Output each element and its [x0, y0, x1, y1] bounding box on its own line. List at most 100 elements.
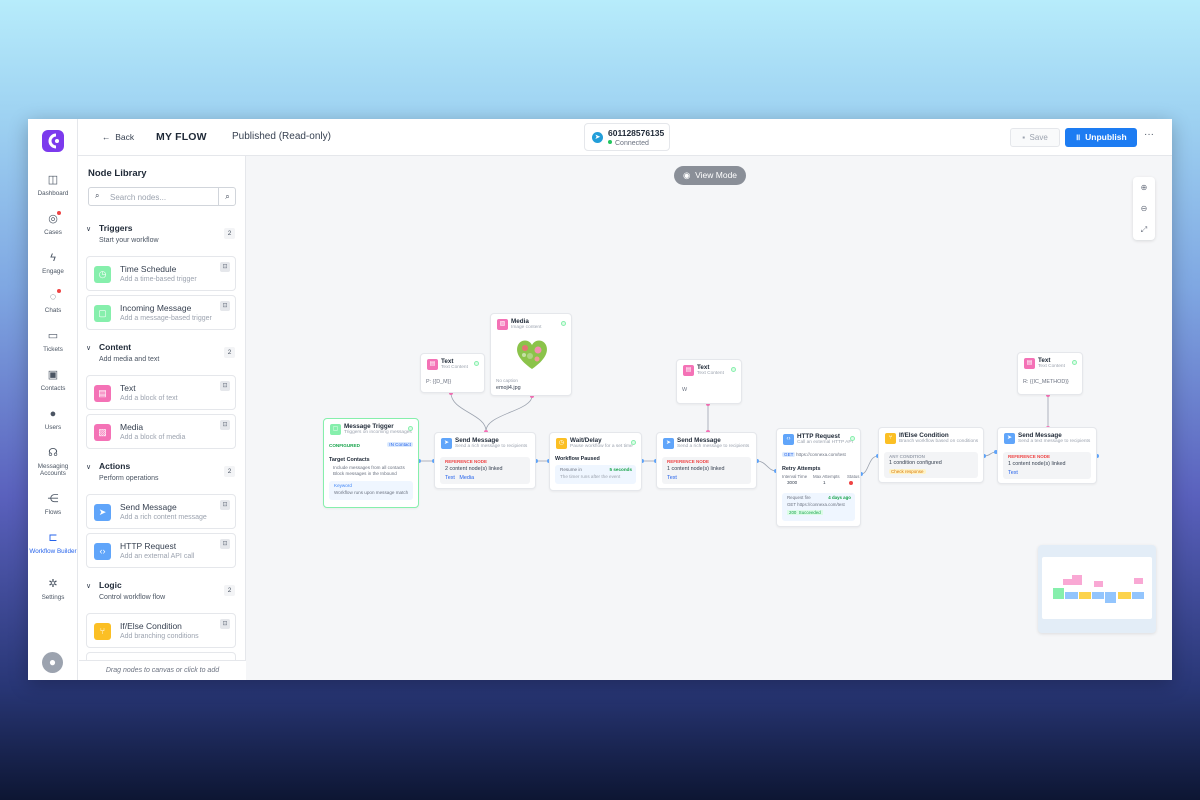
minimap[interactable]	[1038, 545, 1156, 633]
lock-icon: ⊡	[220, 381, 230, 391]
branch-icon: ⑂	[94, 623, 111, 640]
nav-tickets[interactable]: ▭ Tickets	[28, 329, 78, 353]
lock-icon: ⊡	[220, 619, 230, 629]
more-menu-button[interactable]: ···	[1144, 129, 1154, 140]
chevron-down-icon: ∨	[86, 583, 92, 590]
globe-icon: ◎	[46, 211, 61, 226]
settings-icon: ✲	[48, 578, 58, 590]
workflow-icon: ⊏	[48, 532, 58, 544]
send-icon: ➤	[1004, 433, 1015, 444]
library-item-media[interactable]: ▨ Media Add a block of media ⊡	[86, 414, 236, 449]
clock-icon: ◷	[556, 438, 567, 449]
nav-contacts[interactable]: ▣ Contacts	[28, 368, 78, 392]
nav-users[interactable]: ● Users	[28, 407, 78, 431]
messaging-account-chip[interactable]: ➤ 601128576135 Connected	[584, 123, 670, 151]
node-text-1[interactable]: ▤ Text Text Content P: {{D_M}}	[420, 353, 485, 393]
status-dot-icon	[408, 426, 413, 431]
fit-view-button[interactable]: ⤢	[1133, 219, 1155, 240]
lock-icon: ⊡	[220, 301, 230, 311]
search-input[interactable]	[110, 191, 210, 203]
node-wait-delay[interactable]: ◷ Wait/Delay Pause workflow for a set ti…	[549, 432, 642, 491]
send-icon: ➤	[94, 504, 111, 521]
eye-icon: ◉	[682, 170, 691, 180]
library-item-http-request[interactable]: ‹› HTTP Request Add an external API call…	[86, 533, 236, 568]
search-button[interactable]: ⌕	[218, 188, 236, 205]
layout-icon: ◫	[47, 174, 59, 186]
image-icon: ▨	[94, 424, 111, 441]
nav-messaging-accounts[interactable]: ☊ Messaging Accounts	[28, 446, 78, 477]
telegram-icon: ➤	[592, 132, 603, 143]
library-footer-hint: Drag nodes to canvas or click to add	[79, 660, 246, 680]
section-actions[interactable]: ∨ Actions Perform operations 2	[79, 461, 246, 487]
section-content[interactable]: ∨ Content Add media and text 2	[79, 342, 246, 368]
status-error-dot-icon	[849, 481, 853, 485]
contacts-icon: ▣	[47, 369, 59, 381]
nav-engage[interactable]: ϟ Engage	[28, 251, 78, 275]
flow-title: MY FLOW	[156, 131, 207, 143]
branch-icon: ⑂	[885, 433, 896, 444]
app-logo-icon[interactable]	[41, 129, 65, 153]
node-message-trigger[interactable]: ▢ Message Trigger Triggers on incoming m…	[323, 418, 419, 508]
unpublish-button[interactable]: ॥ Unpublish	[1065, 128, 1137, 147]
library-item-incoming-message[interactable]: ▢ Incoming Message Add a message-based t…	[86, 295, 236, 330]
node-send-message-2[interactable]: ➤ Send Message Send a rich message to re…	[656, 432, 757, 489]
lock-icon: ⊡	[220, 500, 230, 510]
nav-chats[interactable]: ◌ Chats	[28, 289, 78, 314]
user-avatar[interactable]: ●	[42, 652, 63, 673]
text-icon: ▤	[94, 385, 111, 402]
node-send-message-3[interactable]: ➤ Send Message Send a text message to re…	[997, 427, 1097, 484]
top-bar: ← Back MY FLOW Published (Read-only) ➤ 6…	[78, 119, 1172, 156]
image-icon: ▨	[497, 319, 508, 330]
status-dot-icon	[631, 440, 636, 445]
clock-icon: ◷	[94, 266, 111, 283]
zoom-in-icon: ⊕	[1140, 183, 1148, 192]
chat-icon: ◌	[46, 289, 61, 304]
section-logic[interactable]: ∨ Logic Control workflow flow 2	[79, 580, 246, 606]
nav-dashboard[interactable]: ◫ Dashboard	[28, 173, 78, 197]
node-text-2[interactable]: ▤ Text Text Content W	[676, 359, 742, 404]
node-if-else[interactable]: ⑂ If/Else Condition Branch workflow base…	[878, 427, 984, 483]
search-box: ⌕ ⌕	[88, 187, 236, 206]
connection-status: Connected	[608, 140, 649, 147]
phone-number: 601128576135	[608, 128, 665, 138]
send-icon: ➤	[441, 438, 452, 449]
code-icon: ‹›	[94, 543, 111, 560]
pause-icon: ॥	[1075, 132, 1081, 142]
back-button[interactable]: ← Back	[102, 132, 134, 142]
chevron-down-icon: ∨	[86, 226, 92, 233]
lock-icon: ⊡	[220, 262, 230, 272]
section-count-badge: 2	[224, 585, 235, 596]
node-text-3[interactable]: ▤ Text Text Content R: {{IC_METHOD}}	[1017, 352, 1083, 395]
zoom-in-button[interactable]: ⊕	[1133, 177, 1155, 198]
zoom-controls: ⊕ ⊖ ⤢	[1133, 177, 1155, 240]
library-item-text[interactable]: ▤ Text Add a block of text ⊡	[86, 375, 236, 410]
workflow-canvas[interactable]: ◉ View Mode ⊕ ⊖ ⤢ ▤ Text Text Content P:…	[246, 156, 1172, 680]
node-media[interactable]: ▨ Media Image content No caption emoji4.…	[490, 313, 572, 396]
view-mode-badge: ◉ View Mode	[674, 166, 746, 185]
minimap-nodes	[1053, 575, 1144, 603]
headset-icon: ☊	[48, 447, 58, 459]
nav-workflow-builder[interactable]: ⊏ Workflow Builder	[28, 531, 78, 555]
nav-settings[interactable]: ✲ Settings	[28, 577, 78, 601]
text-icon: ▤	[427, 359, 438, 370]
message-icon: ▢	[330, 424, 341, 435]
nav-cases[interactable]: ◎ Cases	[28, 211, 78, 236]
nav-rail: ◫ Dashboard ◎ Cases ϟ Engage ◌ Chats ▭ Ticket…	[28, 119, 78, 680]
send-icon: ➤	[663, 438, 674, 449]
section-triggers[interactable]: ∨ Triggers Start your workflow 2	[79, 223, 246, 249]
search-icon: ⌕	[95, 191, 100, 200]
code-icon: ‹›	[783, 434, 794, 445]
library-item-send-message[interactable]: ➤ Send Message Add a rich content messag…	[86, 494, 236, 529]
node-library-panel: Node Library ⌕ ⌕ ∨ Triggers Start your w…	[79, 156, 246, 680]
zoom-out-button[interactable]: ⊖	[1133, 198, 1155, 219]
library-item-if-else[interactable]: ⑂ If/Else Condition Add branching condit…	[86, 613, 236, 648]
library-item-time-schedule[interactable]: ◷ Time Schedule Add a time-based trigger…	[86, 256, 236, 291]
search-icon: ⌕	[225, 192, 230, 201]
user-icon: ●	[48, 655, 57, 669]
node-send-message-1[interactable]: ➤ Send Message Send a rich message to re…	[434, 432, 536, 489]
save-button[interactable]: ▪ Save	[1010, 128, 1060, 147]
publish-status: Published (Read-only)	[232, 131, 331, 142]
section-count-badge: 2	[224, 466, 235, 477]
node-http-request[interactable]: ‹› HTTP Request Call an external HTTP AP…	[776, 428, 861, 527]
nav-flows[interactable]: ⋲ Flows	[28, 492, 78, 516]
